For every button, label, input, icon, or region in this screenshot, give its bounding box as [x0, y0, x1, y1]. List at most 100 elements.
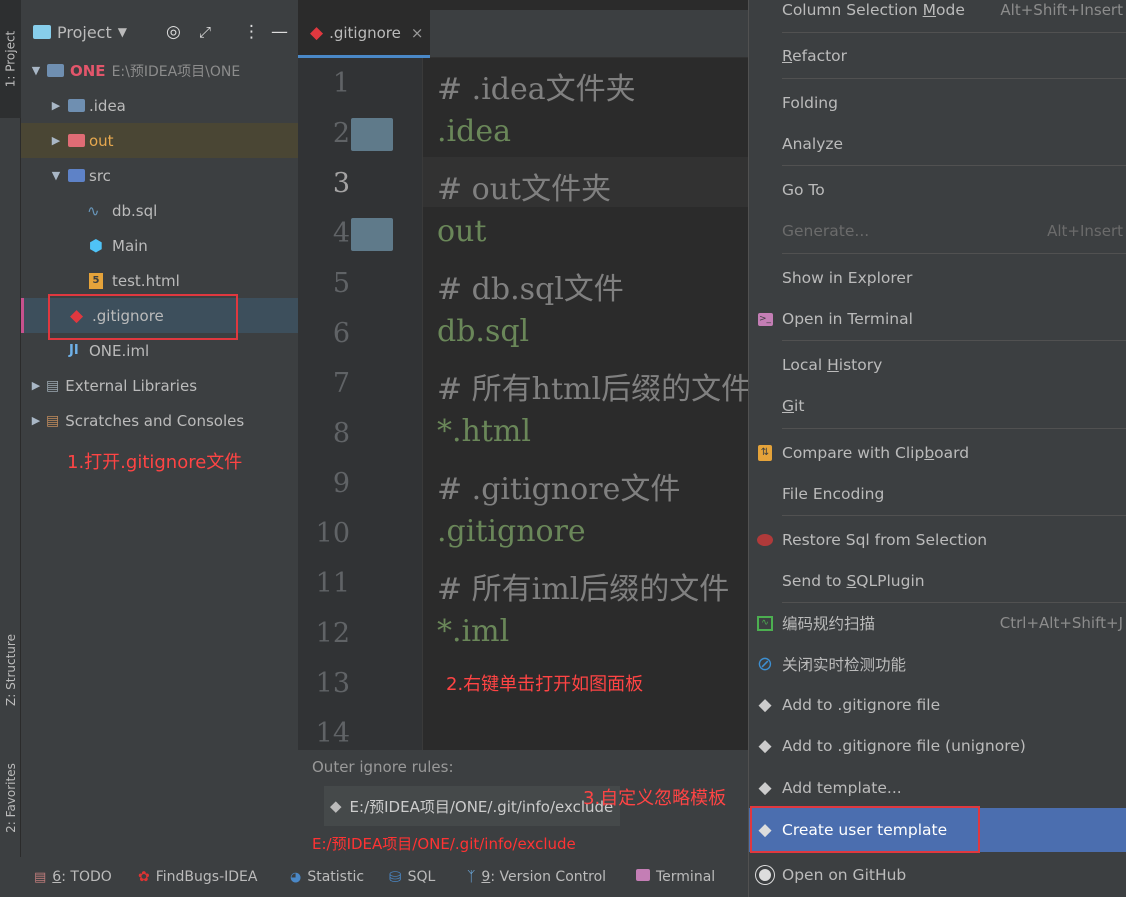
menu-item-git[interactable]: Git: [749, 387, 1126, 425]
code-entry-line[interactable]: .idea: [437, 114, 511, 149]
tree-item-src[interactable]: ▼ src: [21, 158, 298, 193]
menu-item-label: Compare with Clipboard: [782, 444, 970, 462]
code-comment-line[interactable]: # out文件夹: [437, 164, 611, 208]
tree-item-idea[interactable]: ▶ .idea: [21, 88, 298, 123]
menu-item-code-scan[interactable]: ∿ 编码规约扫描 Ctrl+Alt+Shift+J: [749, 604, 1126, 642]
menu-item-label: Add to .gitignore file: [782, 696, 941, 714]
html-file-icon: 5: [89, 272, 103, 289]
outer-rules-item[interactable]: ◆ E:/预IDEA项目/ONE/.git/info/exclude: [324, 786, 620, 826]
hide-panel-icon[interactable]: —: [271, 22, 288, 42]
expand-arrow-icon[interactable]: ▶: [49, 134, 63, 147]
menu-item-label: Show in Explorer: [782, 269, 913, 287]
tree-item-test-html[interactable]: 5 test.html: [21, 263, 298, 298]
menu-item-send-to-sqlplugin[interactable]: Send to SQLPlugin: [749, 562, 1126, 600]
version-control-tool-button[interactable]: ᛉ 9: Version Control: [467, 857, 606, 897]
code-comment-line[interactable]: # .idea文件夹: [437, 64, 636, 108]
code-entry-line[interactable]: *.html: [437, 414, 531, 449]
menu-item-label: Open in Terminal: [782, 310, 913, 328]
menu-separator: [782, 428, 1126, 429]
root-path: E:\预IDEA项目\ONE: [111, 63, 241, 80]
folder-out-icon: [68, 134, 85, 147]
folder-src-icon: [68, 169, 85, 182]
code-entry-line[interactable]: out: [437, 214, 486, 249]
menu-item-label: Add template...: [782, 779, 902, 797]
tree-item-db-sql[interactable]: ∿ db.sql: [21, 193, 298, 228]
code-entry-line[interactable]: db.sql: [437, 314, 529, 349]
menu-item-label: 编码规约扫描: [782, 615, 876, 633]
menu-item-generate: Generate... Alt+Insert: [749, 212, 1126, 250]
menu-item-analyze[interactable]: Analyze: [749, 125, 1126, 163]
more-options-icon[interactable]: ⋮: [243, 22, 260, 42]
tree-item-label: .idea: [89, 96, 126, 115]
code-scan-icon: ∿: [755, 615, 775, 631]
menu-item-open-on-github[interactable]: Open on GitHub: [749, 856, 1126, 894]
highlight-box-gitignore: [48, 294, 238, 340]
expand-arrow-icon[interactable]: ▼: [29, 64, 43, 77]
todo-tool-button[interactable]: ▤ 6: TODO: [34, 857, 112, 897]
version-control-label: 9: Version Control: [481, 869, 607, 885]
expand-arrow-icon[interactable]: ▶: [49, 99, 63, 112]
menu-item-restore-sql[interactable]: Restore Sql from Selection: [749, 521, 1126, 559]
chevron-down-icon[interactable]: ▼: [118, 25, 127, 39]
outer-rules-link[interactable]: E:/预IDEA项目/ONE/.git/info/exclude: [312, 833, 576, 854]
git-diamond-icon: ◆: [330, 797, 342, 815]
terminal-label: Terminal: [656, 869, 716, 885]
code-lines: # .idea文件夹 .idea # out文件夹 out # db.sql文件 db.s…: [298, 0, 750, 750]
collapse-all-icon[interactable]: ⤢: [199, 23, 211, 41]
menu-separator: [782, 78, 1126, 79]
expand-arrow-icon[interactable]: ▶: [29, 414, 43, 427]
code-comment-line[interactable]: # .gitignore文件: [437, 464, 680, 508]
line-number: 7: [332, 368, 350, 399]
menu-item-label: Refactor: [782, 47, 848, 65]
favorites-tool-tab[interactable]: 2: Favorites: [0, 745, 21, 850]
menu-item-add-template[interactable]: ◆ Add template...: [749, 769, 1126, 807]
menu-item-compare-clipboard[interactable]: ⇅ Compare with Clipboard: [749, 434, 1126, 472]
structure-tool-tab[interactable]: Z: Structure: [0, 615, 21, 725]
sql-tool-button[interactable]: ⛁ SQL: [389, 857, 435, 897]
menu-item-show-in-explorer[interactable]: Show in Explorer: [749, 259, 1126, 297]
code-comment-line[interactable]: # 所有iml后缀的文件: [437, 564, 729, 608]
statistic-tool-button[interactable]: ◕ Statistic: [290, 857, 364, 897]
todo-label: 6: TODO: [52, 869, 112, 885]
locate-icon[interactable]: ◎: [166, 22, 181, 42]
menu-item-file-encoding[interactable]: File Encoding: [749, 475, 1126, 513]
line-number: 3: [332, 168, 350, 199]
project-view-selector[interactable]: Project: [57, 23, 112, 42]
code-entry-line[interactable]: .gitignore: [437, 514, 586, 549]
menu-item-disable-realtime-check[interactable]: ⊘ 关闭实时检测功能: [749, 645, 1126, 683]
tree-item-label: ONE.iml: [89, 341, 150, 360]
expand-arrow-icon[interactable]: ▶: [29, 379, 43, 392]
code-comment-line[interactable]: # 所有html后缀的文件: [437, 364, 750, 408]
findbugs-tool-button[interactable]: ✿ FindBugs-IDEA: [138, 857, 257, 897]
compare-icon: ⇅: [755, 445, 775, 461]
project-tool-tab[interactable]: 1: Project: [0, 0, 21, 118]
menu-item-add-to-gitignore[interactable]: ◆ Add to .gitignore file: [749, 686, 1126, 724]
project-tool-tab-label: 1: Project: [3, 30, 18, 88]
menu-item-label: Folding: [782, 94, 838, 112]
menu-item-column-selection-mode[interactable]: Column Selection Mode Alt+Shift+Insert: [749, 0, 1126, 29]
tree-root-one[interactable]: ▼ ONE E:\预IDEA项目\ONE: [21, 53, 298, 88]
menu-item-local-history[interactable]: Local History: [749, 346, 1126, 384]
terminal-tool-button[interactable]: Terminal: [636, 857, 715, 897]
menu-item-add-to-gitignore-unignore[interactable]: ◆ Add to .gitignore file (unignore): [749, 727, 1126, 765]
code-comment-line[interactable]: # db.sql文件: [437, 264, 624, 308]
java-class-icon: ⬢: [89, 236, 103, 255]
tree-item-scratches[interactable]: ▶ ▤ Scratches and Consoles: [21, 403, 298, 438]
menu-item-open-in-terminal[interactable]: >_ Open in Terminal: [749, 300, 1126, 338]
tree-item-main[interactable]: ⬢ Main: [21, 228, 298, 263]
menu-separator: [782, 602, 1126, 603]
tree-item-label: test.html: [112, 271, 180, 290]
tree-item-out[interactable]: ▶ out: [21, 123, 298, 158]
expand-arrow-icon[interactable]: ▼: [49, 169, 63, 182]
code-entry-line[interactable]: *.iml: [437, 614, 509, 649]
menu-item-label: Analyze: [782, 135, 844, 153]
shortcut-label: Alt+Insert: [1047, 222, 1123, 240]
menu-item-folding[interactable]: Folding: [749, 84, 1126, 122]
menu-item-go-to[interactable]: Go To: [749, 171, 1126, 209]
line-number: 13: [315, 668, 350, 699]
tree-item-external-libraries[interactable]: ▶ ▤ External Libraries: [21, 368, 298, 403]
tree-item-label: src: [89, 166, 111, 185]
menu-item-refactor[interactable]: Refactor: [749, 37, 1126, 75]
menu-item-label: Generate...: [782, 222, 870, 240]
menu-item-label: Column Selection Mode: [782, 1, 965, 19]
